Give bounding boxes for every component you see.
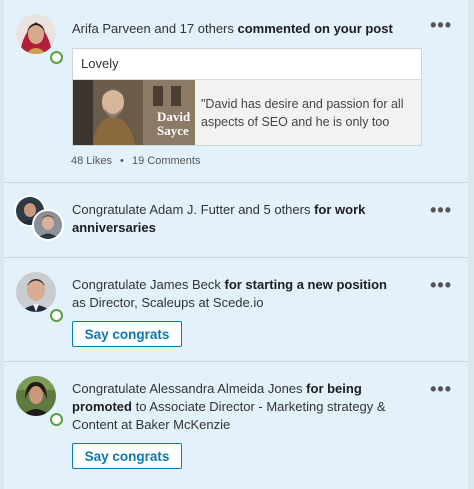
- actor-names: Congratulate Alessandra Almeida Jones: [72, 381, 303, 396]
- action-text: commented on your post: [237, 21, 393, 36]
- comment-text: Lovely: [73, 49, 421, 80]
- notification-text[interactable]: Arifa Parveen and 17 others commented on…: [72, 20, 402, 38]
- likes-count[interactable]: 48 Likes: [71, 155, 112, 167]
- more-options-icon[interactable]: •••: [430, 276, 452, 294]
- actor-names: Arifa Parveen and 17 others: [72, 21, 234, 36]
- position-details: as Director, Scaleups at Scede.io: [72, 295, 264, 310]
- more-options-icon[interactable]: •••: [430, 380, 452, 398]
- actor-names: Congratulate James Beck: [72, 277, 221, 292]
- post-preview-text: "David has desire and passion for all as…: [201, 97, 404, 129]
- notification-new-position[interactable]: Congratulate James Beck for starting a n…: [4, 258, 468, 362]
- say-congrats-button[interactable]: Say congrats: [72, 443, 182, 469]
- comments-count[interactable]: 19 Comments: [132, 155, 200, 167]
- notification-promotion[interactable]: Congratulate Alessandra Almeida Jones fo…: [4, 362, 468, 489]
- online-status-icon: [50, 309, 63, 322]
- avatar-second[interactable]: [32, 209, 64, 241]
- comment-preview[interactable]: Lovely David Sayce "David has desire and…: [72, 48, 422, 146]
- notification-text[interactable]: Congratulate Adam J. Futter and 5 others…: [72, 201, 402, 237]
- avatar-alessandra[interactable]: [16, 376, 56, 416]
- notification-work-anniversary[interactable]: Congratulate Adam J. Futter and 5 others…: [4, 183, 468, 258]
- post-thumbnail-caption: David Sayce: [157, 109, 191, 138]
- notification-text[interactable]: Congratulate James Beck for starting a n…: [72, 276, 402, 312]
- say-congrats-button[interactable]: Say congrats: [72, 321, 182, 347]
- online-status-icon: [50, 413, 63, 426]
- more-options-icon[interactable]: •••: [430, 16, 452, 34]
- online-status-icon: [50, 51, 63, 64]
- avatar-james[interactable]: [16, 272, 56, 312]
- engagement-stats: 48 Likes • 19 Comments: [71, 155, 200, 167]
- more-options-icon[interactable]: •••: [430, 201, 452, 219]
- avatar-arifa[interactable]: [16, 14, 56, 54]
- separator: •: [120, 155, 124, 167]
- notification-text[interactable]: Congratulate Alessandra Almeida Jones fo…: [72, 380, 420, 434]
- action-text: for starting a new position: [224, 277, 387, 292]
- notifications-feed: Arifa Parveen and 17 others commented on…: [0, 0, 474, 489]
- post-thumbnail[interactable]: David Sayce: [73, 80, 195, 145]
- notification-comment[interactable]: Arifa Parveen and 17 others commented on…: [4, 0, 468, 183]
- actor-names: Congratulate Adam J. Futter and 5 others: [72, 202, 311, 217]
